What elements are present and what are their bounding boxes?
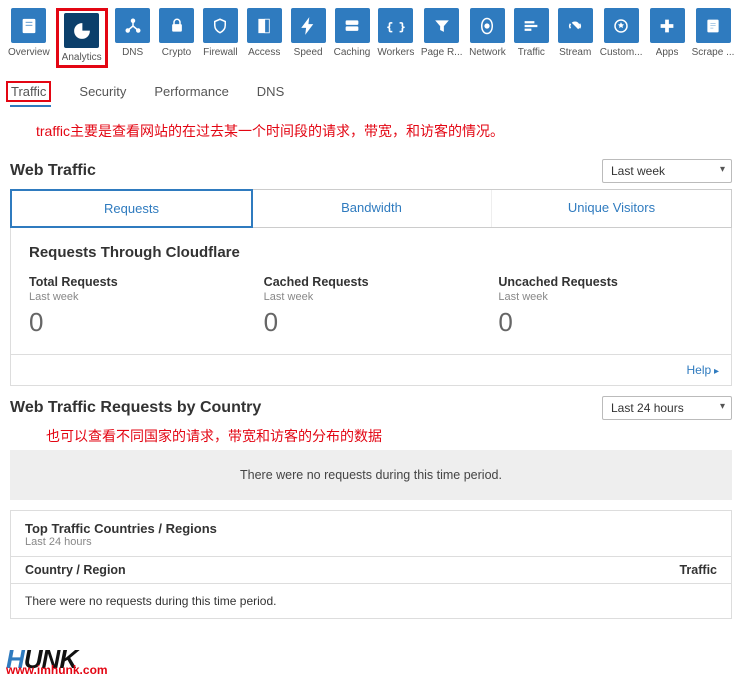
nav-workers[interactable]: { } Workers — [377, 8, 415, 68]
web-traffic-section: Web Traffic Last week Requests Bandwidth… — [0, 153, 742, 390]
nav-label: Custom... — [600, 47, 643, 58]
help-row: Help — [10, 355, 732, 386]
nav-analytics[interactable]: Analytics — [61, 13, 103, 63]
analytics-icon — [64, 13, 99, 48]
stat-block: Total Requests Last week 0 — [29, 275, 244, 338]
nav-stream[interactable]: Stream — [556, 8, 594, 68]
network-icon — [470, 8, 505, 43]
nav-label: Stream — [559, 47, 591, 58]
nav-speed[interactable]: Speed — [289, 8, 327, 68]
tab-requests[interactable]: Requests — [10, 189, 253, 228]
nav-label: Network — [469, 47, 506, 58]
workers-icon: { } — [378, 8, 413, 43]
annotation-country-desc: 也可以查看不同国家的请求，带宽和访客的分布的数据 — [10, 426, 732, 450]
nav-label: Speed — [294, 47, 323, 58]
stats-row: Total Requests Last week 0 Cached Requests L… — [29, 275, 713, 338]
custom-icon — [604, 8, 639, 43]
footer: HUNK www.imhunk.com — [0, 631, 742, 675]
country-table-header: Country / Region Traffic — [11, 556, 731, 584]
svg-text:{ }: { } — [387, 21, 405, 33]
nav-dns[interactable]: DNS — [114, 8, 152, 68]
stat-sub: Last week — [264, 291, 479, 303]
stat-value: 0 — [264, 307, 479, 338]
country-empty-banner: There were no requests during this time … — [10, 450, 732, 500]
col-country: Country / Region — [25, 563, 126, 577]
nav-label: Analytics — [62, 52, 102, 63]
traffic-highlight: Traffic — [6, 81, 51, 102]
tab-bandwidth[interactable]: Bandwidth — [252, 190, 492, 227]
stream-icon — [558, 8, 593, 43]
traffic-icon — [514, 8, 549, 43]
firewall-icon — [203, 8, 238, 43]
country-table-empty: There were no requests during this time … — [11, 584, 731, 618]
stat-name: Total Requests — [29, 275, 244, 289]
analytics-subtabs: Traffic Security Performance DNS — [0, 70, 742, 113]
nav-label: Workers — [377, 47, 414, 58]
stat-sub: Last week — [498, 291, 713, 303]
subtab-dns[interactable]: DNS — [257, 84, 284, 107]
top-countries-sub: Last 24 hours — [25, 536, 717, 548]
caching-icon — [335, 8, 370, 43]
stat-value: 0 — [29, 307, 244, 338]
dns-icon — [115, 8, 150, 43]
nav-overview[interactable]: Overview — [8, 8, 50, 68]
requests-panel: Requests Through Cloudflare Total Reques… — [10, 228, 732, 355]
web-traffic-title: Web Traffic — [10, 162, 96, 180]
nav-custom[interactable]: Custom... — [600, 8, 642, 68]
stat-block: Uncached Requests Last week 0 — [498, 275, 713, 338]
nav-label: Crypto — [162, 47, 191, 58]
nav-caching[interactable]: Caching — [333, 8, 371, 68]
nav-network[interactable]: Network — [469, 8, 507, 68]
stat-name: Cached Requests — [264, 275, 479, 289]
nav-label: Access — [248, 47, 280, 58]
tab-unique-visitors[interactable]: Unique Visitors — [492, 190, 731, 227]
nav-label: DNS — [122, 47, 143, 58]
nav-traffic[interactable]: Traffic — [512, 8, 550, 68]
by-country-section: Web Traffic Requests by Country Last 24 … — [0, 390, 742, 623]
overview-icon — [11, 8, 46, 43]
apps-icon — [650, 8, 685, 43]
scrape-icon — [696, 8, 731, 43]
nav-label: Traffic — [518, 47, 545, 58]
subtab-performance[interactable]: Performance — [154, 84, 228, 107]
nav-access[interactable]: Access — [245, 8, 283, 68]
pagerules-icon — [424, 8, 459, 43]
nav-label: Firewall — [203, 47, 237, 58]
top-countries-title: Top Traffic Countries / Regions — [25, 521, 717, 536]
top-nav: Overview Analytics DNS Crypto Firewall Access… — [0, 0, 742, 70]
subtab-security[interactable]: Security — [79, 84, 126, 107]
web-traffic-tabs: Requests Bandwidth Unique Visitors — [10, 189, 732, 228]
nav-label: Scrape ... — [692, 47, 735, 58]
nav-pagerules[interactable]: Page R... — [421, 8, 463, 68]
subtab-traffic[interactable]: Traffic — [10, 84, 51, 107]
stat-name: Uncached Requests — [498, 275, 713, 289]
nav-label: Caching — [334, 47, 371, 58]
stat-sub: Last week — [29, 291, 244, 303]
analytics-highlight: Analytics — [56, 8, 108, 68]
site-url: www.imhunk.com — [6, 663, 108, 677]
by-country-title: Web Traffic Requests by Country — [10, 399, 261, 417]
by-country-range-select[interactable]: Last 24 hours — [602, 396, 732, 420]
nav-apps[interactable]: Apps — [648, 8, 686, 68]
crypto-icon — [159, 8, 194, 43]
web-traffic-range-select[interactable]: Last week — [602, 159, 732, 183]
col-traffic: Traffic — [679, 563, 717, 577]
stat-block: Cached Requests Last week 0 — [264, 275, 479, 338]
stat-value: 0 — [498, 307, 713, 338]
nav-scrape[interactable]: Scrape ... — [692, 8, 734, 68]
nav-label: Apps — [656, 47, 679, 58]
speed-icon — [291, 8, 326, 43]
requests-panel-title: Requests Through Cloudflare — [29, 244, 713, 261]
top-countries-panel: Top Traffic Countries / Regions Last 24 … — [10, 510, 732, 619]
nav-label: Overview — [8, 47, 50, 58]
nav-crypto[interactable]: Crypto — [158, 8, 196, 68]
nav-label: Page R... — [421, 47, 463, 58]
access-icon — [247, 8, 282, 43]
annotation-traffic-desc: traffic主要是查看网站的在过去某一个时间段的请求，带宽，和访客的情况。 — [0, 113, 742, 153]
help-link[interactable]: Help — [687, 363, 720, 377]
nav-firewall[interactable]: Firewall — [201, 8, 239, 68]
